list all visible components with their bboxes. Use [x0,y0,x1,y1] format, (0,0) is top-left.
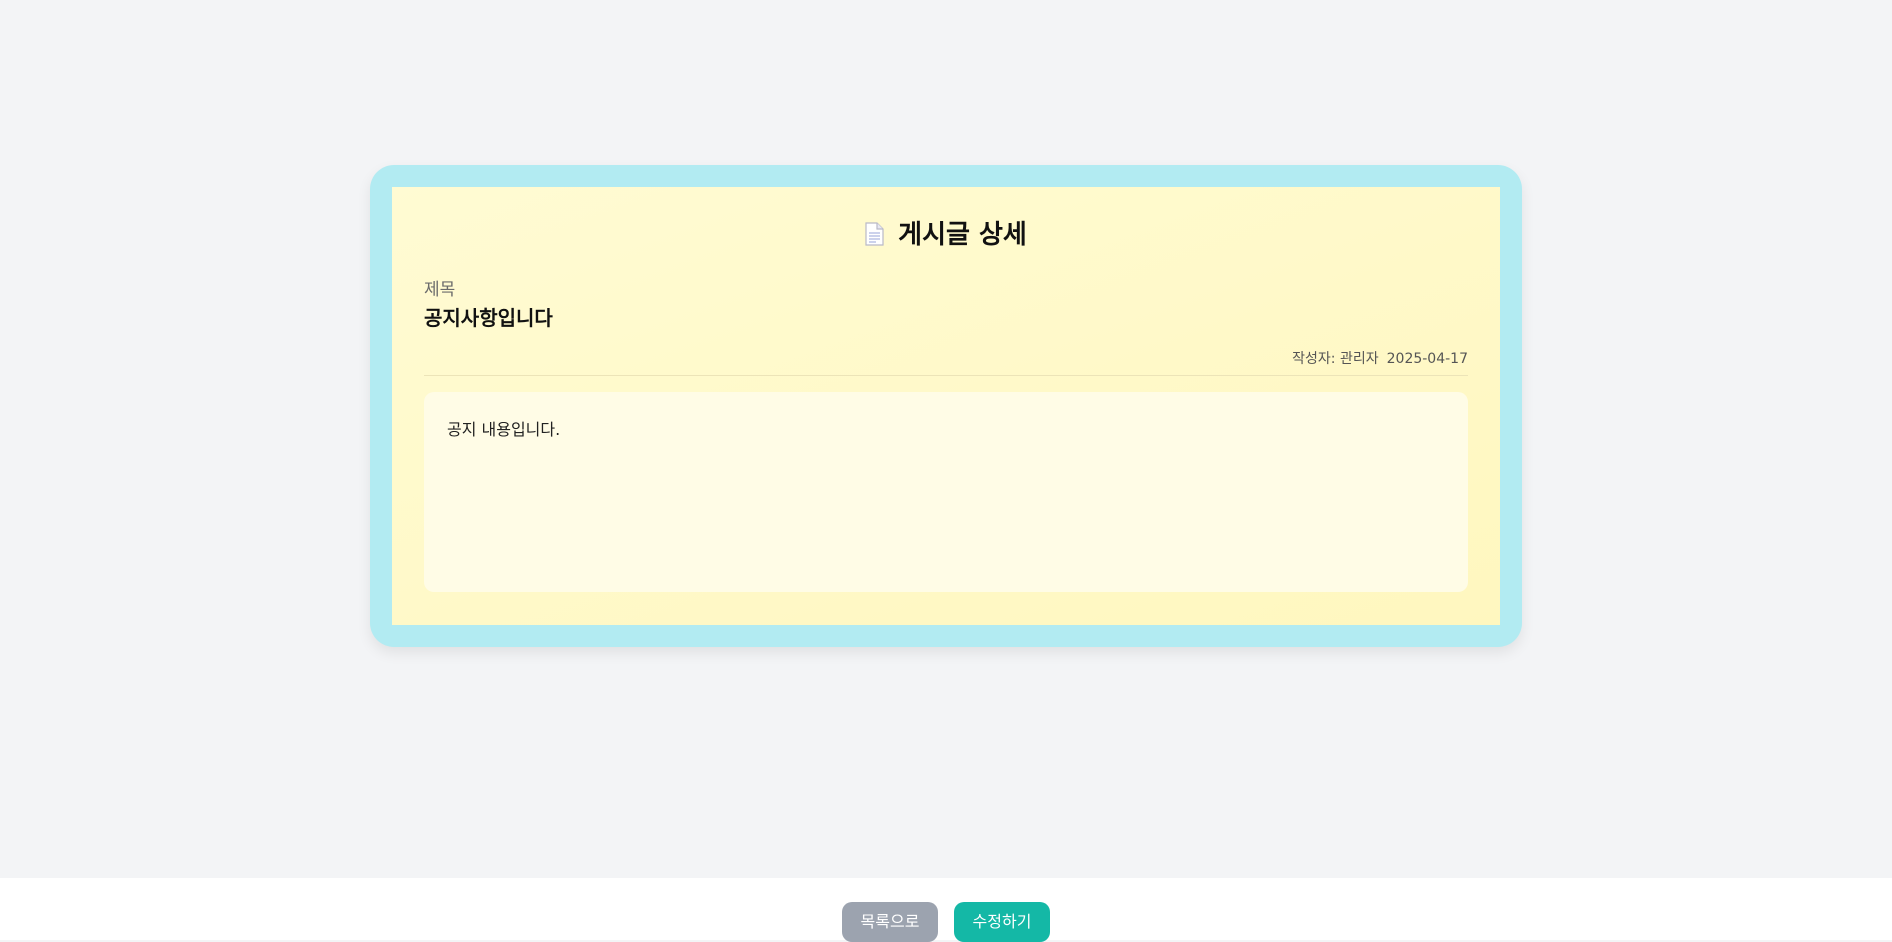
post-card: 게시글 상세 제목 공지사항입니다 작성자: 관리자 2025-04-17 공지 … [370,165,1522,647]
post-author: 작성자: 관리자 [1292,351,1379,367]
post-title: 공지사항입니다 [424,306,553,330]
post-card-body: 게시글 상세 제목 공지사항입니다 작성자: 관리자 2025-04-17 공지 … [392,187,1500,625]
post-meta: 작성자: 관리자 2025-04-17 [1292,348,1468,368]
page-title: 게시글 상세 [392,217,1500,253]
post-content: 공지 내용입니다. [447,420,561,439]
title-label: 제목 [424,280,456,300]
back-to-list-button[interactable]: 목록으로 [842,902,938,942]
page-title-text: 게시글 상세 [898,220,1027,250]
document-icon [865,220,884,246]
action-bar: 목록으로 수정하기 [0,878,1892,942]
page-area: 게시글 상세 제목 공지사항입니다 작성자: 관리자 2025-04-17 공지 … [0,0,1892,878]
post-content-box: 공지 내용입니다. [424,392,1468,592]
edit-button[interactable]: 수정하기 [954,902,1050,942]
divider [424,375,1468,376]
post-date: 2025-04-17 [1386,351,1468,367]
